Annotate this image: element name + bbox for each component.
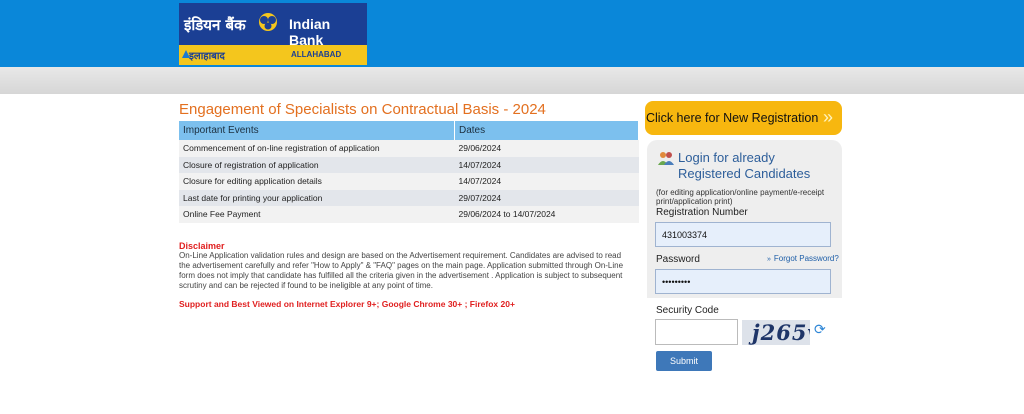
table-row: Last date for printing your application … [179,189,639,206]
table-row: Closure for editing application details … [179,173,639,190]
column-header-events: Important Events [179,121,455,140]
event-cell: Online Fee Payment [179,206,455,223]
security-code-input[interactable] [655,319,738,345]
nav-strip [0,67,1024,94]
submit-button[interactable]: Submit [656,351,712,371]
logo-english-name: Indian Bank [289,16,331,48]
date-cell: 29/06/2024 to 14/07/2024 [454,206,639,223]
refresh-captcha-icon[interactable]: ⟳ [814,321,826,338]
captcha-text: j265v [752,320,810,345]
table-row: Online Fee Payment 29/06/2024 to 14/07/2… [179,206,639,223]
registration-number-label: Registration Number [656,207,748,218]
header-bar: इंडियन बैंक Indian Bank इलाहाबाद ALLAHAB… [0,0,1024,67]
logo-hindi-name: इंडियन बैंक [184,16,246,34]
date-cell: 29/06/2024 [454,140,639,157]
table-header-row: Important Events Dates [179,121,639,140]
forgot-password-link[interactable]: » Forgot Password? [767,254,839,263]
double-chevron-right-icon: » [767,256,771,263]
password-label: Password [656,254,700,265]
event-cell: Closure for editing application details [179,173,455,190]
users-login-icon [658,152,674,165]
security-code-label: Security Code [656,305,719,316]
table-row: Closure of registration of application 1… [179,156,639,173]
date-cell: 14/07/2024 [454,156,639,173]
event-cell: Commencement of on-line registration of … [179,140,455,157]
forgot-password-label: Forgot Password? [773,254,839,263]
browser-support-note: Support and Best Viewed on Internet Expl… [179,299,515,309]
date-cell: 14/07/2024 [454,173,639,190]
date-cell: 29/07/2024 [454,189,639,206]
page-title: Engagement of Specialists on Contractual… [179,101,546,118]
disclaimer-text: On-Line Application validation rules and… [179,251,624,290]
event-cell: Closure of registration of application [179,156,455,173]
login-note: (for editing application/online payment/… [656,188,825,206]
password-input[interactable] [655,269,831,294]
event-cell: Last date for printing your application [179,189,455,206]
column-header-dates: Dates [454,121,639,140]
logo-sub-hindi: इलाहाबाद [189,51,225,62]
logo-sub-strip: इलाहाबाद ALLAHABAD [179,45,367,65]
logo-sub-english: ALLAHABAD [291,50,342,59]
captcha-image: j265v [742,320,810,345]
table-row: Commencement of on-line registration of … [179,140,639,157]
double-chevron-right-icon: » [823,107,834,127]
registration-number-input[interactable] [655,222,831,247]
new-registration-button[interactable]: Click here for New Registration » [645,101,842,135]
indian-bank-logo[interactable]: इंडियन बैंक Indian Bank इलाहाबाद ALLAHAB… [179,3,367,65]
indian-bank-emblem-icon [259,13,277,31]
important-events-table: Important Events Dates Commencement of o… [179,121,639,223]
login-title: Login for already Registered Candidates [678,150,811,181]
new-registration-label: Click here for New Registration [646,111,819,125]
disclaimer-title: Disclaimer [179,241,225,251]
